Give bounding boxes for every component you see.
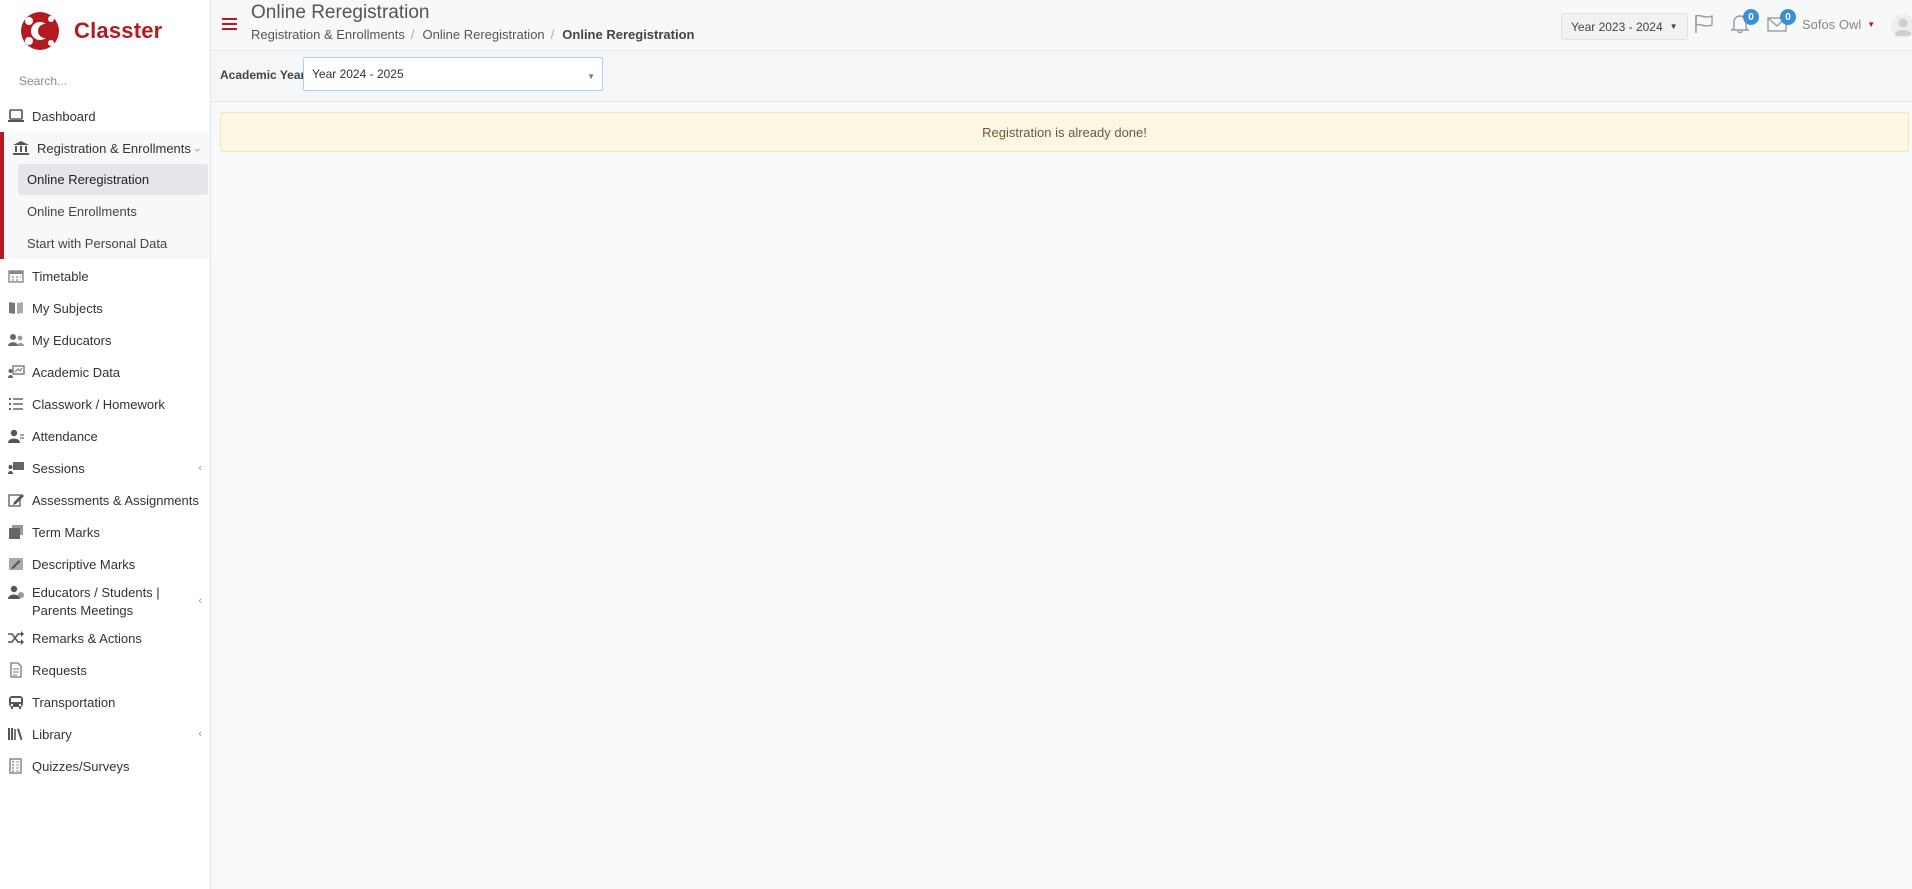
sidebar-item-label: Library <box>32 726 72 742</box>
flag-icon[interactable] <box>1693 14 1715 36</box>
sidebar-item-label: Requests <box>32 662 87 678</box>
classter-logo-icon <box>21 12 59 50</box>
sidebar-item-label: Assessments & Assignments <box>32 492 199 508</box>
messages-badge: 0 <box>1780 9 1796 25</box>
breadcrumb: Registration & Enrollments / Online Rere… <box>251 27 694 42</box>
page-title: Online Reregistration <box>251 2 430 23</box>
sidebar-item-label: Classwork / Homework <box>32 396 165 412</box>
sidebar-item-sessions[interactable]: Sessions ‹ <box>0 452 210 484</box>
sidebar-subitem-online-reregistration[interactable]: Online Reregistration <box>18 164 208 195</box>
sidebar-item-transportation[interactable]: Transportation <box>0 686 210 718</box>
sidebar-item-assessments-assignments[interactable]: Assessments & Assignments <box>0 484 210 516</box>
sidebar-item-label: Dashboard <box>32 108 96 124</box>
sidebar-item-term-marks[interactable]: Term Marks <box>0 516 210 548</box>
filter-bar: Academic Year Year 2024 - 2025 ▼ <box>211 51 1912 102</box>
academic-year-select[interactable]: Year 2024 - 2025 ▼ <box>303 57 603 91</box>
sidebar-item-attendance[interactable]: Attendance <box>0 420 210 452</box>
sidebar-item-descriptive-marks[interactable]: Descriptive Marks <box>0 548 210 580</box>
sidebar-item-label: My Subjects <box>32 300 103 316</box>
year-selector-label: Year 2023 - 2024 <box>1571 19 1663 34</box>
chevron-left-icon: ‹ <box>198 728 202 740</box>
sidebar-item-requests[interactable]: Requests <box>0 654 210 686</box>
list-icon <box>7 396 25 412</box>
sidebar-item-label: Academic Data <box>32 364 121 380</box>
breadcrumb-item[interactable]: Online Reregistration <box>423 27 545 42</box>
sidebar-item-classwork-homework[interactable]: Classwork / Homework <box>0 388 210 420</box>
breadcrumb-separator: / <box>410 27 415 42</box>
chevron-left-icon: ‹ <box>198 595 202 607</box>
sidebar-item-timetable[interactable]: Timetable <box>0 260 210 292</box>
submenu-registration: Online Reregistration Online Enrollments… <box>4 164 210 259</box>
sidebar-item-label: Remarks & Actions <box>32 630 142 646</box>
sidebar-item-label: Timetable <box>32 268 89 284</box>
edit-icon <box>7 492 25 508</box>
sidebar-item-label: Descriptive Marks <box>32 556 136 572</box>
user-check-icon <box>7 428 25 444</box>
top-header: Online Reregistration Registration & Enr… <box>211 0 1912 51</box>
sidebar-menu: Dashboard Registration & Enrollments ⌄ O… <box>0 100 210 782</box>
caret-down-icon: ▼ <box>587 72 595 81</box>
chevron-left-icon: ‹ <box>198 462 202 474</box>
shuffle-icon <box>7 630 25 646</box>
caret-down-icon: ▼ <box>1669 22 1678 31</box>
sidebar-item-label: Quizzes/Surveys <box>32 758 130 774</box>
academic-year-value: Year 2024 - 2025 <box>312 67 404 81</box>
academic-year-label: Academic Year <box>220 68 306 82</box>
sidebar-item-remarks-actions[interactable]: Remarks & Actions <box>0 622 210 654</box>
calendar-icon <box>7 268 25 284</box>
breadcrumb-separator: / <box>550 27 555 42</box>
logo[interactable]: Classter <box>0 0 210 62</box>
caret-down-icon: ▼ <box>1867 20 1876 29</box>
book-icon <box>7 300 25 316</box>
search-input[interactable] <box>19 74 199 88</box>
sidebar-item-meetings[interactable]: Educators / Students | Parents Meetings … <box>0 580 210 622</box>
bank-icon <box>12 140 30 156</box>
year-selector-button[interactable]: Year 2023 - 2024 ▼ <box>1561 13 1688 40</box>
sidebar-item-label: My Educators <box>32 332 112 348</box>
breadcrumb-item[interactable]: Registration & Enrollments <box>251 27 405 42</box>
sidebar-item-dashboard[interactable]: Dashboard <box>0 100 210 132</box>
sidebar-subitem-online-enrollments[interactable]: Online Enrollments <box>18 196 208 227</box>
sidebar-item-academic-data[interactable]: Academic Data <box>0 356 210 388</box>
app-name: Classter <box>74 18 163 43</box>
bell-icon[interactable]: 0 <box>1729 9 1759 36</box>
envelope-icon[interactable]: 0 <box>1766 9 1796 36</box>
status-alert: Registration is already done! <box>220 112 1909 152</box>
sidebar-item-my-educators[interactable]: My Educators <box>0 324 210 356</box>
breadcrumb-current: Online Reregistration <box>562 27 695 42</box>
users-icon <box>7 332 25 348</box>
document-icon <box>7 662 25 678</box>
sidebar-item-label: Term Marks <box>32 524 100 540</box>
descriptive-marks-icon <box>7 556 25 572</box>
chevron-down-icon: ⌄ <box>192 142 202 155</box>
hamburger-menu-icon[interactable] <box>222 18 237 30</box>
sidebar-item-label: Sessions <box>32 460 85 476</box>
sidebar-item-my-subjects[interactable]: My Subjects <box>0 292 210 324</box>
sidebar-item-label: Attendance <box>32 428 98 444</box>
user-name: Sofos Owl <box>1802 17 1862 32</box>
sidebar-item-label: Educators / Students | Parents Meetings <box>32 585 160 618</box>
sidebar-subitem-start-personal-data[interactable]: Start with Personal Data <box>18 228 208 259</box>
sessions-icon <box>7 460 25 476</box>
sidebar-item-library[interactable]: Library ‹ <box>0 718 210 750</box>
library-icon <box>7 726 25 742</box>
presentation-icon <box>7 364 25 380</box>
sidebar-item-registration-enrollments[interactable]: Registration & Enrollments ⌄ <box>4 132 210 164</box>
sidebar-search <box>0 62 210 100</box>
laptop-icon <box>7 108 25 124</box>
meeting-icon <box>7 584 25 600</box>
sidebar-group-registration: Registration & Enrollments ⌄ Online Rere… <box>0 132 210 259</box>
sidebar-item-quizzes-surveys[interactable]: Quizzes/Surveys <box>0 750 210 782</box>
sidebar-item-label: Registration & Enrollments <box>37 140 191 156</box>
bus-icon <box>7 694 25 710</box>
quiz-icon <box>7 758 25 774</box>
marks-icon <box>7 524 25 540</box>
sidebar: Classter Dashboard Registration & Enroll… <box>0 0 211 889</box>
alert-message: Registration is already done! <box>982 124 1147 140</box>
notifications-badge: 0 <box>1743 9 1759 25</box>
sidebar-item-label: Transportation <box>32 694 116 710</box>
avatar[interactable] <box>1891 14 1912 38</box>
user-menu[interactable]: Sofos Owl ▼ <box>1802 17 1875 32</box>
